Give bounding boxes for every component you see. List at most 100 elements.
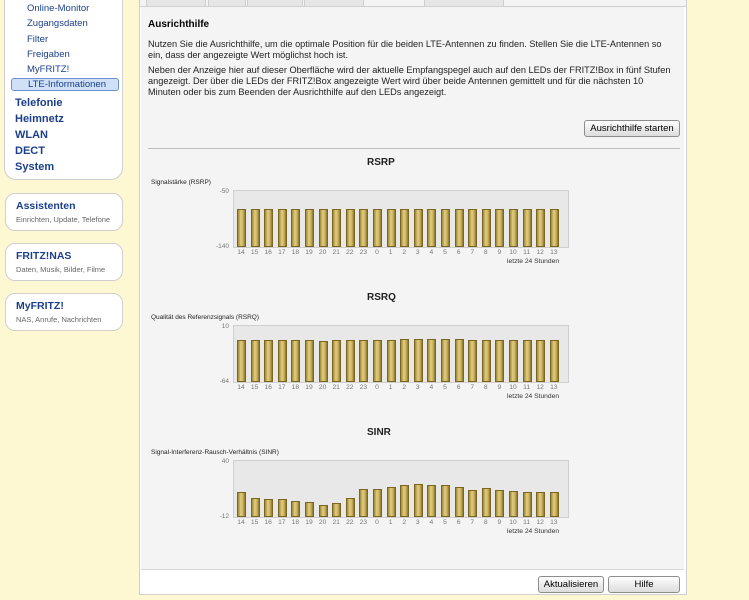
chart-xtick-1: 21 <box>332 384 340 391</box>
chart-bar-1 <box>522 340 532 382</box>
chart-xtick-2: 11 <box>523 519 531 526</box>
chart-xtick-0: 7 <box>470 249 475 256</box>
chart-bar-2 <box>359 489 369 517</box>
chart-xtick-2: 15 <box>250 519 259 526</box>
chart-bar-2 <box>332 503 342 517</box>
chart-bar-0 <box>359 209 369 247</box>
chart-bar-2 <box>264 499 274 517</box>
menu-item-telefonie[interactable]: Telefonie <box>15 97 62 109</box>
chart-xtick-1: 23 <box>359 384 368 391</box>
chart-bar-0 <box>237 209 246 247</box>
chart-xtick-0: 12 <box>536 249 544 256</box>
led-paragraph: Neben der Anzeige hier auf dieser Oberfl… <box>148 65 671 97</box>
chart-bar-1 <box>427 339 437 382</box>
chart-bar-2 <box>536 492 546 517</box>
chart-xnote-0: letzte 24 Stunden <box>507 258 560 265</box>
chart-xtick-1: 19 <box>305 384 313 391</box>
chart-xnote-1: letzte 24 Stunden <box>507 393 560 400</box>
menu-item-myfritz[interactable]: MyFRITZ! <box>27 64 69 75</box>
tab-4[interactable] <box>304 0 364 7</box>
chart-bar-1 <box>373 340 382 382</box>
chart-xtick-2: 14 <box>237 519 245 526</box>
menu-item-online-monitor[interactable]: Online-Monitor <box>27 3 89 14</box>
refresh-button[interactable]: Aktualisieren <box>538 576 604 593</box>
chart-xtick-1: 15 <box>250 384 259 391</box>
chart-bar-1 <box>413 339 423 382</box>
chart-bar-2 <box>400 485 410 517</box>
chart-ytick-min-0: -140 <box>215 243 229 250</box>
chart-xtick-1: 1 <box>388 384 393 391</box>
chart-xnote-2: letzte 24 Stunden <box>507 528 560 535</box>
chart-xtick-2: 4 <box>429 519 434 526</box>
chart-bar-0 <box>441 209 450 247</box>
chart-xtick-2: 0 <box>375 519 379 526</box>
chart-bar-2 <box>522 492 532 517</box>
chart-bar-1 <box>509 340 518 382</box>
chart-bar-2 <box>373 489 382 517</box>
menu-item-zugangsdaten[interactable]: Zugangsdaten <box>27 18 88 29</box>
menu-item-system[interactable]: System <box>15 161 54 173</box>
chart-xtick-1: 11 <box>523 384 531 391</box>
menu-item-lte-informationen[interactable]: LTE-Informationen <box>11 78 119 91</box>
menu-item-heimnetz[interactable]: Heimnetz <box>15 113 64 125</box>
chart-bar-2 <box>277 499 287 517</box>
chart-bar-1 <box>495 340 505 382</box>
chart-bar-0 <box>522 209 532 247</box>
chart-xtick-1: 17 <box>278 384 286 391</box>
chart-bar-0 <box>468 209 478 247</box>
tab-1[interactable] <box>146 0 206 7</box>
chart-bar-1 <box>549 340 559 382</box>
chart-xtick-1: 13 <box>550 384 558 391</box>
chart-xtick-2: 7 <box>470 519 475 526</box>
menu-item-filter[interactable]: Filter <box>27 34 48 45</box>
fritznas-title: FRITZ!NAS <box>16 250 72 262</box>
chart-bar-0 <box>291 209 301 247</box>
help-button[interactable]: Hilfe <box>608 576 680 593</box>
fritznas-subtitle: Daten, Musik, Bilder, Filme <box>16 265 106 274</box>
chart-xtick-1: 3 <box>415 384 420 391</box>
chart-xtick-0: 16 <box>264 249 272 256</box>
menu-item-wlan[interactable]: WLAN <box>15 129 48 141</box>
chart-xtick-2: 10 <box>509 519 517 526</box>
chart-xtick-1: 8 <box>483 384 488 391</box>
sidebar: Online-Monitor Zugangsdaten Filter Freig… <box>0 0 130 600</box>
chart-plot-0 <box>233 190 569 248</box>
chart-xtick-0: 21 <box>332 249 340 256</box>
chart-bar-2 <box>468 490 478 517</box>
chart-xtick-2: 17 <box>278 519 286 526</box>
chart-bar-2 <box>454 487 464 517</box>
chart-bar-1 <box>345 340 355 382</box>
chart-bar-1 <box>264 340 274 382</box>
chart-xtick-0: 5 <box>443 249 447 256</box>
chart-xtick-1: 18 <box>291 384 300 391</box>
myfritz-box[interactable]: MyFRITZ! NAS, Anrufe, Nachrichten <box>5 293 123 331</box>
chart-xtick-2: 16 <box>264 519 272 526</box>
chart-ytick-max-2: 40 <box>221 458 229 465</box>
chart-bar-0 <box>277 209 287 247</box>
assistenten-box[interactable]: Assistenten Einrichten, Update, Telefone <box>5 193 123 231</box>
chart-bar-0 <box>454 209 464 247</box>
chart-xtick-2: 2 <box>402 519 407 526</box>
tab-2[interactable] <box>208 0 246 7</box>
chart-ytick-max-1: 10 <box>221 323 229 330</box>
chart-xtick-2: 9 <box>497 519 502 526</box>
chart-bar-1 <box>277 340 287 382</box>
menu-item-dect[interactable]: DECT <box>15 145 45 157</box>
menu-item-freigaben[interactable]: Freigaben <box>27 49 70 60</box>
chart-xtick-1: 2 <box>402 384 407 391</box>
tab-5[interactable] <box>424 0 504 7</box>
chart-xtick-0: 10 <box>509 249 517 256</box>
tab-3[interactable] <box>247 0 303 7</box>
myfritz-title: MyFRITZ! <box>16 300 64 312</box>
chart-ytick-min-1: -64 <box>219 378 229 385</box>
chart-title-1: RSRQ <box>367 292 396 303</box>
chart-bar-2 <box>549 492 559 517</box>
fritznas-box[interactable]: FRITZ!NAS Daten, Musik, Bilder, Filme <box>5 243 123 281</box>
chart-xtick-2: 21 <box>332 519 340 526</box>
chart-bar-0 <box>427 209 437 247</box>
chart-xtick-2: 8 <box>483 519 488 526</box>
chart-xtick-2: 18 <box>291 519 300 526</box>
start-alignment-button[interactable]: Ausrichthilfe starten <box>584 120 680 137</box>
chart-xtick-2: 5 <box>443 519 447 526</box>
chart-bar-1 <box>536 340 546 382</box>
